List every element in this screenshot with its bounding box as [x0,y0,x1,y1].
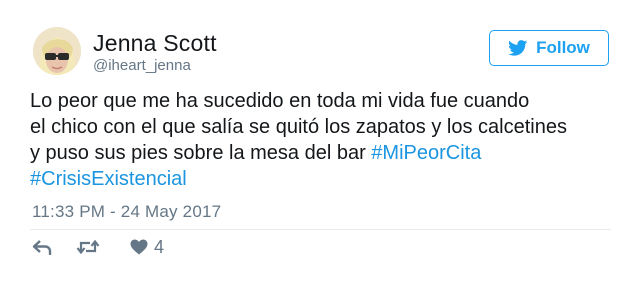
like-count: 4 [154,236,165,257]
tweet-text-line: y puso sus pies sobre la mesa del bar #M… [30,142,482,164]
tweet-text: Lo peor que me ha sucedido en toda mi vi… [30,88,615,192]
retweet-icon [76,239,100,255]
author-name[interactable]: Jenna Scott [93,30,217,57]
hashtag-link[interactable]: #MiPeorCita [371,142,481,164]
tweet-actions: 4 [30,235,164,259]
tweet-card: Jenna Scott @iheart_jenna Follow Lo peor… [0,0,640,287]
reply-button[interactable] [32,239,52,255]
divider [30,229,611,230]
timestamp[interactable]: 11:33 PM - 24 May 2017 [32,202,221,222]
avatar-image [33,27,81,75]
follow-button-label: Follow [536,38,590,57]
tweet-text-line: el chico con el que salía se quitó los z… [30,116,567,138]
tweet-text-line: #CrisisExistencial [30,166,615,192]
bird-icon [508,40,528,56]
tweet-text-line: Lo peor que me ha sucedido en toda mi vi… [30,90,530,112]
author-handle[interactable]: @iheart_jenna [93,57,191,74]
retweet-button[interactable] [76,239,100,255]
follow-button[interactable]: Follow [489,30,609,66]
reply-icon [32,239,52,255]
hashtag-link[interactable]: #CrisisExistencial [30,168,187,190]
heart-icon [130,239,148,255]
like-button[interactable]: 4 [130,237,164,258]
avatar[interactable] [33,27,81,75]
